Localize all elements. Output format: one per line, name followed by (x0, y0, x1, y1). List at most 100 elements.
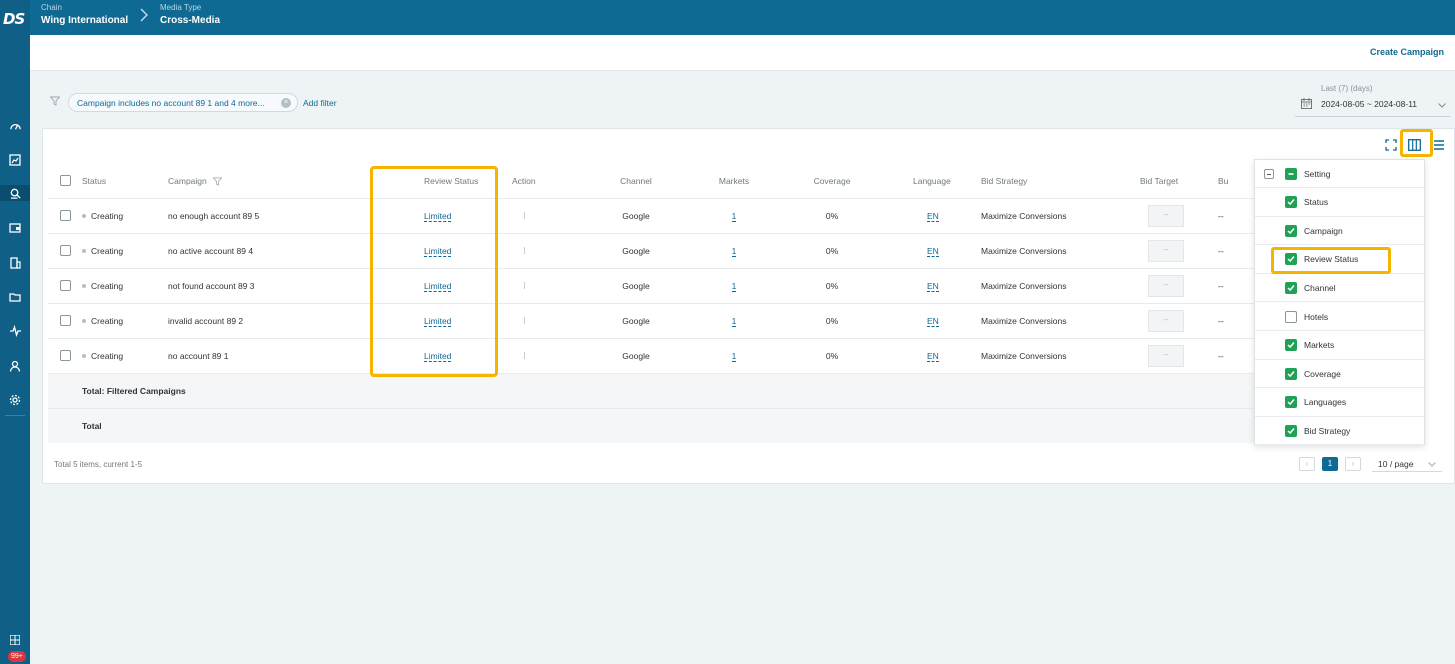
table-row[interactable]: Creating no active account 89 4 Limited … (48, 232, 1258, 268)
folder-icon[interactable] (7, 289, 23, 305)
user-icon[interactable] (7, 358, 23, 374)
budget-cell: -- (1218, 267, 1258, 303)
checkbox-checked-icon[interactable] (1285, 339, 1297, 352)
table-row[interactable]: Creating invalid account 89 2 Limited Go… (48, 302, 1258, 338)
action-menu-handle[interactable] (524, 351, 525, 359)
wallet-icon[interactable] (7, 220, 23, 236)
action-menu-handle[interactable] (524, 316, 525, 324)
status-text: Creating (91, 315, 124, 326)
campaign-header-label: Campaign (168, 175, 207, 186)
column-setting-hotels[interactable]: Hotels (1255, 303, 1424, 331)
action-menu-handle[interactable] (524, 281, 525, 289)
row-checkbox[interactable] (60, 315, 71, 327)
column-header-bid-strategy[interactable]: Bid Strategy (981, 164, 1138, 198)
bid-target-input[interactable]: -- (1148, 204, 1184, 227)
table-row[interactable]: Creating no enough account 89 5 Limited … (48, 197, 1258, 233)
markets-link[interactable]: 1 (731, 245, 737, 257)
column-setting-campaign[interactable]: Campaign (1255, 217, 1424, 246)
column-header-bid-target[interactable]: Bid Target (1138, 164, 1218, 198)
table-row[interactable]: Creating no account 89 1 Limited Google … (48, 337, 1258, 373)
column-setting-channel[interactable]: Channel (1255, 274, 1424, 303)
column-setting-bid-strategy[interactable]: Bid Strategy (1255, 417, 1424, 446)
row-checkbox[interactable] (60, 245, 71, 257)
dashboard-icon[interactable] (7, 118, 23, 134)
action-menu-handle[interactable] (524, 211, 525, 219)
status-text: Creating (91, 350, 124, 361)
settings-gear-icon[interactable] (7, 392, 23, 408)
column-header-action[interactable]: Action (512, 164, 587, 198)
create-campaign-button[interactable]: Create Campaign (1370, 47, 1444, 57)
activity-icon[interactable] (7, 323, 23, 339)
checkbox-checked-icon[interactable] (1285, 224, 1297, 237)
add-filter-link[interactable]: Add filter (303, 98, 337, 108)
collapse-minus-icon[interactable] (1264, 169, 1274, 179)
language-link[interactable]: EN (927, 315, 939, 327)
column-header-campaign[interactable]: Campaign (168, 164, 397, 198)
checkbox-checked-icon[interactable] (1285, 424, 1297, 437)
checkbox-checked-icon[interactable] (1285, 281, 1297, 294)
fullscreen-icon[interactable] (1385, 139, 1397, 153)
column-header-coverage[interactable]: Coverage (783, 164, 881, 198)
status-dot (82, 354, 86, 359)
notification-badge[interactable]: 99+ (8, 651, 26, 662)
markets-link[interactable]: 1 (731, 315, 737, 327)
column-setting-label: Languages (1304, 397, 1347, 408)
column-header-markets[interactable]: Markets (685, 164, 783, 198)
filter-chip[interactable]: Campaign includes no account 89 1 and 4 … (68, 93, 298, 112)
date-range-picker[interactable]: Last (7) (days) 2024-08-05 ~ 2024-08-11 (1295, 83, 1450, 117)
select-all-checkbox[interactable] (60, 175, 71, 187)
app-logo[interactable]: DS (3, 10, 27, 30)
language-link[interactable]: EN (927, 280, 939, 292)
next-page-button[interactable]: › (1345, 457, 1361, 471)
checkbox-unchecked-icon[interactable] (1285, 310, 1297, 323)
campaign-search-icon[interactable] (0, 185, 30, 201)
markets-link[interactable]: 1 (731, 280, 737, 292)
action-menu-handle[interactable] (524, 246, 525, 254)
bid-target-input[interactable]: -- (1148, 274, 1184, 297)
close-icon[interactable]: × (281, 98, 291, 108)
column-setting-coverage[interactable]: Coverage (1255, 360, 1424, 389)
prev-page-button[interactable]: ‹ (1299, 457, 1315, 471)
column-setting-markets[interactable]: Markets (1255, 332, 1424, 360)
column-header-status[interactable]: Status (82, 164, 168, 198)
breadcrumb-chain[interactable]: Chain Wing International (41, 2, 128, 29)
markets-link[interactable]: 1 (731, 210, 737, 222)
apps-grid-icon[interactable] (7, 632, 23, 648)
column-setting-setting[interactable]: Setting (1255, 160, 1424, 188)
bid-target-input[interactable]: -- (1148, 309, 1184, 332)
table-row[interactable]: Creating not found account 89 3 Limited … (48, 267, 1258, 303)
row-checkbox[interactable] (60, 210, 71, 222)
bid-target-input[interactable]: -- (1148, 239, 1184, 262)
column-header-language[interactable]: Language (881, 164, 981, 198)
column-setting-status[interactable]: Status (1255, 189, 1424, 217)
language-link[interactable]: EN (927, 210, 939, 222)
language-link[interactable]: EN (927, 245, 939, 257)
page-1-button[interactable]: 1 (1322, 457, 1338, 471)
building-icon[interactable] (7, 255, 23, 271)
checkbox-indeterminate-icon[interactable] (1285, 167, 1297, 180)
language-link[interactable]: EN (927, 350, 939, 362)
campaign-table: Status Campaign Review Status Action Cha… (48, 164, 1258, 443)
row-checkbox[interactable] (60, 350, 71, 362)
checkbox-checked-icon[interactable] (1285, 396, 1297, 409)
column-filter-icon[interactable] (212, 177, 223, 186)
column-header-budget[interactable]: Bu (1218, 164, 1258, 198)
channel-cell: Google (587, 267, 685, 303)
density-icon[interactable] (1434, 139, 1444, 153)
page-size-select[interactable]: 10 / page (1372, 456, 1442, 472)
breadcrumb-media-type[interactable]: Media Type Cross-Media (160, 2, 220, 29)
coverage-cell: 0% (783, 197, 881, 233)
column-setting-languages[interactable]: Languages (1255, 389, 1424, 417)
checkbox-checked-icon[interactable] (1285, 367, 1297, 380)
coverage-cell: 0% (783, 337, 881, 373)
row-checkbox[interactable] (60, 280, 71, 292)
checkbox-checked-icon[interactable] (1285, 196, 1297, 209)
breadcrumb-media-key: Media Type (160, 3, 202, 12)
markets-link[interactable]: 1 (731, 350, 737, 362)
report-icon[interactable] (7, 152, 23, 168)
status-dot (82, 214, 86, 219)
column-header-channel[interactable]: Channel (587, 164, 685, 198)
filter-icon[interactable] (49, 96, 61, 108)
campaign-name: not found account 89 3 (168, 267, 397, 303)
bid-target-input[interactable]: -- (1148, 344, 1184, 367)
